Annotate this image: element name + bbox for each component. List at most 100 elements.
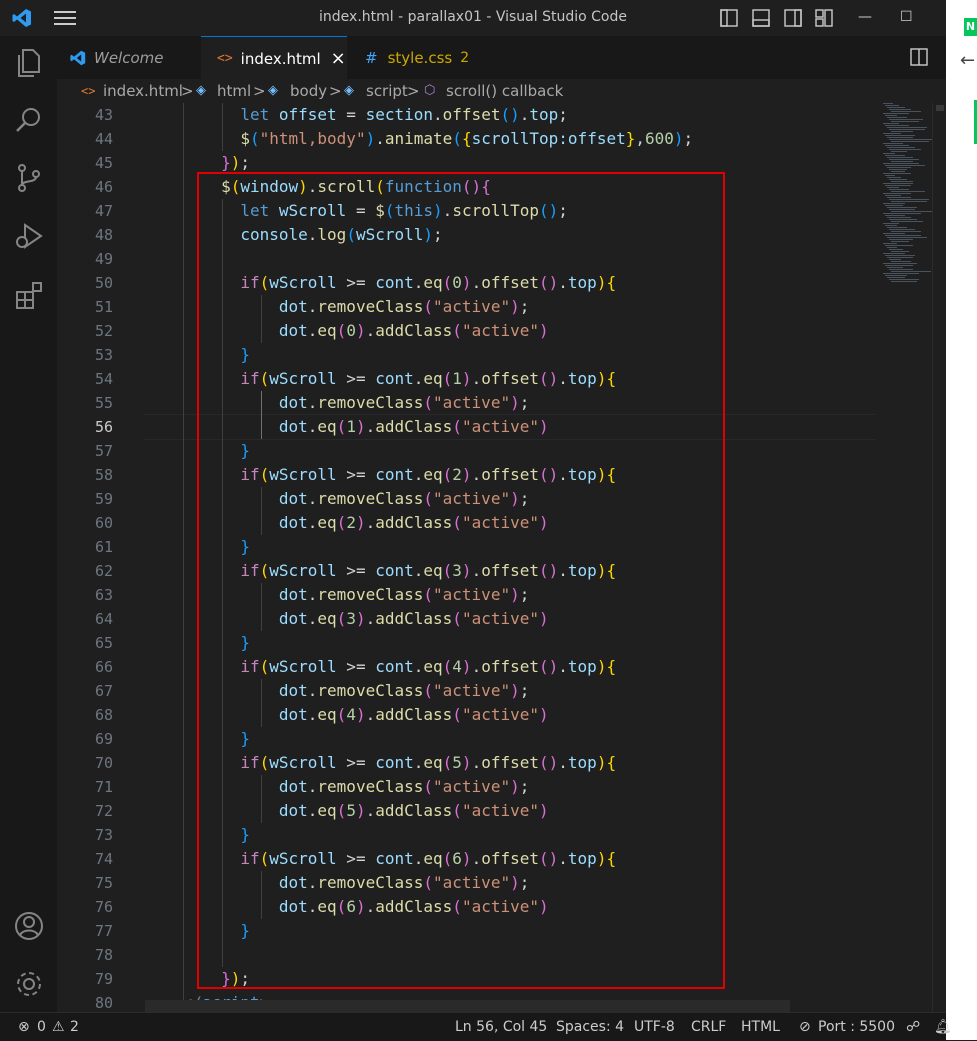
- line-number: 68: [94, 706, 113, 724]
- encoding[interactable]: UTF-8: [634, 1019, 675, 1035]
- accounts-icon[interactable]: [13, 910, 45, 942]
- line-number: 75: [94, 874, 113, 892]
- minimap-line: [887, 227, 907, 228]
- line-number: 61: [94, 538, 113, 556]
- line-number: 43: [94, 106, 113, 124]
- code-line: if(wScroll >= cont.eq(1).offset().top){: [240, 369, 617, 388]
- toggle-primary-sidebar-icon[interactable]: [720, 9, 738, 27]
- error-icon[interactable]: ⊗: [18, 1019, 30, 1035]
- code-line: dot.removeClass("active");: [278, 777, 530, 796]
- horizontal-scrollbar[interactable]: [145, 1000, 790, 1012]
- minimap-line: [885, 135, 915, 136]
- code-editor[interactable]: 43 44 45 46 47 48 49 50 51 52 53 54 55 56 57 58 59 60 61 62…: [57, 103, 946, 1012]
- breadcrumb-item[interactable]: html: [217, 82, 251, 100]
- live-server-icon[interactable]: ⊘: [799, 1019, 811, 1035]
- line-number: 45: [94, 154, 113, 172]
- breadcrumb-item[interactable]: scroll() callback: [446, 82, 563, 100]
- minimap-line: [885, 255, 915, 256]
- minimap-line: [891, 181, 913, 182]
- code-line: dot.eq(2).addClass("active"): [278, 513, 549, 532]
- breadcrumb-separator: >: [253, 82, 266, 100]
- tab-index-html[interactable]: <> index.html ×: [201, 36, 347, 80]
- code-line: dot.eq(0).addClass("active"): [278, 321, 549, 340]
- code-line: }: [240, 345, 250, 364]
- extensions-icon[interactable]: [13, 278, 45, 310]
- minimap-line: [885, 125, 909, 126]
- back-arrow-icon[interactable]: ←: [960, 50, 975, 71]
- code-line: dot.eq(3).addClass("active"): [278, 609, 549, 628]
- problem-count-badge: 2: [460, 49, 470, 66]
- line-number: 55: [94, 394, 113, 412]
- warning-icon[interactable]: ⚠: [52, 1019, 65, 1035]
- tab-label: style.css: [387, 48, 453, 67]
- code-line: dot.removeClass("active");: [278, 585, 530, 604]
- minimap-line: [883, 233, 905, 234]
- vertical-scrollbar[interactable]: [932, 103, 946, 1012]
- minimap-line: [889, 159, 919, 160]
- line-number: 47: [94, 202, 113, 220]
- minimap-line: [891, 261, 911, 262]
- search-icon[interactable]: [13, 104, 45, 136]
- toggle-panel-icon[interactable]: [752, 9, 770, 27]
- split-editor-icon[interactable]: [910, 48, 928, 66]
- close-tab-icon[interactable]: ×: [331, 48, 346, 69]
- explorer-icon[interactable]: [13, 46, 45, 78]
- warning-count[interactable]: 2: [70, 1019, 79, 1035]
- breadcrumb-item[interactable]: index.html: [103, 82, 183, 100]
- title-bar: index.html - parallax01 - Visual Studio …: [0, 0, 946, 36]
- symbol-field-icon: ◈: [196, 83, 206, 98]
- code-line: if(wScroll >= cont.eq(5).offset().top){: [240, 753, 617, 772]
- error-count[interactable]: 0: [37, 1019, 46, 1035]
- code-line: dot.eq(1).addClass("active"): [278, 417, 549, 436]
- line-number: 48: [94, 226, 113, 244]
- minimap-line: [883, 223, 899, 224]
- code-line: dot.removeClass("active");: [278, 297, 530, 316]
- tab-style-css[interactable]: # style.css 2: [347, 36, 477, 79]
- cursor-position[interactable]: Ln 56, Col 45: [455, 1019, 547, 1035]
- minimap-line: [891, 271, 931, 272]
- minimap-line: [887, 237, 927, 238]
- minimize-button[interactable]: —: [858, 9, 872, 25]
- breadcrumb-item[interactable]: body: [290, 82, 327, 100]
- run-and-debug-icon[interactable]: [13, 220, 45, 252]
- tab-welcome[interactable]: Welcome: [57, 36, 201, 79]
- scroll-thumb[interactable]: [936, 105, 944, 111]
- minimap-line: [891, 281, 917, 282]
- settings-gear-icon[interactable]: [13, 968, 45, 1000]
- feedback-icon[interactable]: ☍: [906, 1019, 920, 1035]
- code-line: $("html,body").animate({scrollTop:offset…: [240, 129, 694, 148]
- indentation[interactable]: Spaces: 4: [556, 1019, 624, 1035]
- minimap-line: [889, 219, 917, 220]
- minimap-line: [885, 115, 897, 116]
- symbol-field-icon: ◈: [344, 83, 354, 98]
- notifications-icon[interactable]: 🔔︎: [934, 1019, 952, 1035]
- minimap-line: [891, 161, 913, 162]
- maximize-button[interactable]: ☐: [900, 9, 913, 25]
- code-line: dot.removeClass("active");: [278, 393, 530, 412]
- end-of-line[interactable]: CRLF: [691, 1019, 726, 1035]
- customize-layout-icon[interactable]: [815, 9, 833, 27]
- breadcrumb-item[interactable]: script: [366, 82, 408, 100]
- minimap-line: [887, 187, 899, 188]
- line-number: 70: [94, 754, 113, 772]
- minimap-line: [883, 193, 911, 194]
- symbol-method-icon: ⬡: [424, 83, 436, 98]
- minimap-line: [883, 103, 893, 104]
- source-control-icon[interactable]: [13, 162, 45, 194]
- code-line: if(wScroll >= cont.eq(4).offset().top){: [240, 657, 617, 676]
- status-bar: ⊗ 0 ⚠ 2 Ln 56, Col 45 Spaces: 4 UTF-8 CR…: [0, 1012, 952, 1041]
- code-line: }: [240, 633, 250, 652]
- css-hash-icon: #: [365, 48, 378, 67]
- live-server-port[interactable]: Port : 5500: [818, 1019, 895, 1035]
- language-mode[interactable]: HTML: [741, 1019, 780, 1035]
- toggle-secondary-sidebar-icon[interactable]: [784, 9, 802, 27]
- minimap-line: [883, 213, 921, 214]
- minimap-line: [885, 245, 913, 246]
- minimap-line: [891, 141, 929, 142]
- menu-icon[interactable]: [54, 8, 76, 28]
- minimap-line: [887, 267, 903, 268]
- minimap-line: [887, 177, 901, 178]
- minimap-line: [889, 229, 915, 230]
- line-number: 59: [94, 490, 113, 508]
- code-line: if(wScroll >= cont.eq(2).offset().top){: [240, 465, 617, 484]
